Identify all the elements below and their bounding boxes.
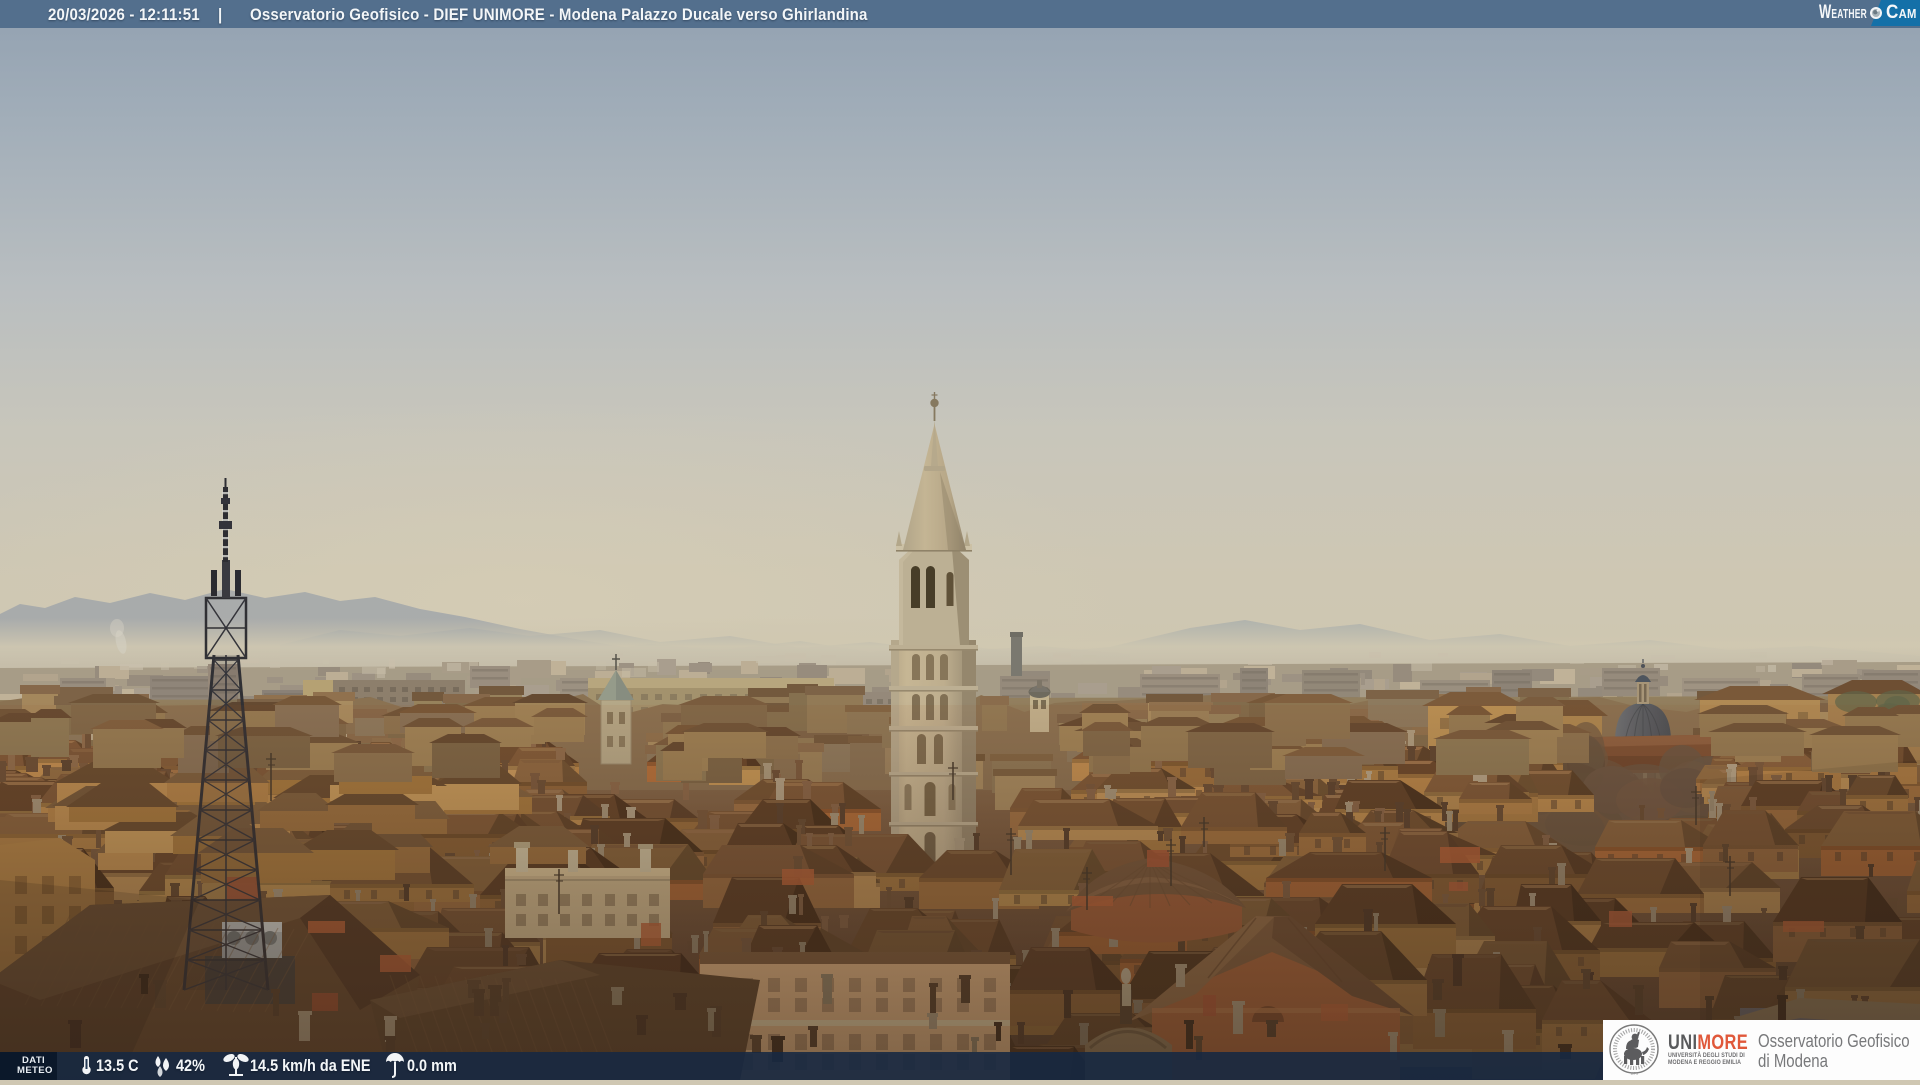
svg-text:1175: 1175 xyxy=(1630,1071,1638,1076)
